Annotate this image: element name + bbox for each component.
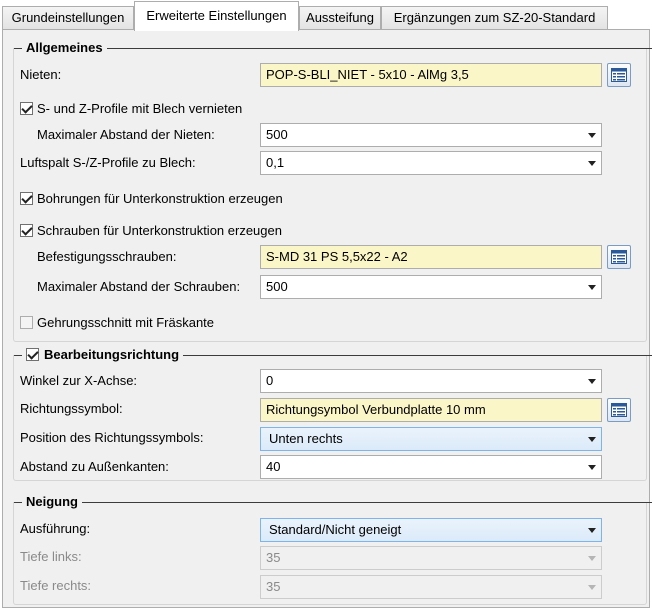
- max-abstand-schrauben-label: Maximaler Abstand der Schrauben:: [37, 279, 241, 294]
- richtungssymbol-catalog-button[interactable]: [607, 398, 631, 422]
- befestigung-catalog-button[interactable]: [607, 245, 631, 269]
- tiefe-rechts-combo: 35: [260, 575, 602, 599]
- chevron-down-icon: [588, 528, 596, 533]
- chevron-down-icon: [588, 465, 596, 470]
- group-title-allgemeines: Allgemeines: [22, 39, 107, 56]
- chevron-down-icon: [588, 161, 596, 166]
- befestigung-label: Befestigungsschrauben:: [37, 249, 177, 264]
- tiefe-rechts-label: Tiefe rechts:: [20, 578, 92, 593]
- tiefe-links-combo: 35: [260, 546, 602, 570]
- max-abstand-nieten-label: Maximaler Abstand der Nieten:: [37, 127, 215, 142]
- richtungssymbol-field[interactable]: Richtungsymbol Verbundplatte 10 mm: [260, 398, 602, 422]
- group-divider: [14, 502, 652, 503]
- group-title-bearbeitungsrichtung: Bearbeitungsrichtung: [22, 346, 184, 363]
- tab-bar: Grundeinstellungen Erweiterte Einstellun…: [0, 0, 652, 31]
- luftspalt-label: Luftspalt S-/Z-Profile zu Blech:: [20, 155, 196, 170]
- chevron-down-icon: [588, 437, 596, 442]
- tab-grundeinstellungen[interactable]: Grundeinstellungen: [2, 6, 134, 29]
- ausfuehrung-label: Ausführung:: [20, 521, 91, 536]
- tab-ergaenzungen-sz20[interactable]: Ergänzungen zum SZ-20-Standard: [381, 6, 608, 29]
- luftspalt-combo[interactable]: 0,1: [260, 151, 602, 175]
- tab-erweiterte-einstellungen[interactable]: Erweiterte Einstellungen: [134, 1, 299, 31]
- settings-panel: Allgemeines Nieten: POP-S-BLI_NIET - 5x1…: [2, 29, 652, 608]
- abstand-combo[interactable]: 40: [260, 455, 602, 479]
- nieten-label: Nieten:: [20, 67, 62, 82]
- gehrung-checkbox[interactable]: [20, 316, 33, 329]
- group-title-neigung: Neigung: [22, 493, 82, 510]
- chevron-down-icon: [588, 285, 596, 290]
- chevron-down-icon: [588, 379, 596, 384]
- ausfuehrung-combo[interactable]: Standard/Nicht geneigt: [260, 518, 602, 542]
- chevron-down-icon: [588, 585, 596, 590]
- max-abstand-nieten-combo[interactable]: 500: [260, 123, 602, 147]
- bohrungen-checkbox[interactable]: [20, 192, 33, 205]
- position-label: Position des Richtungssymbols:: [20, 430, 204, 445]
- befestigung-field[interactable]: S-MD 31 PS 5,5x22 - A2: [260, 245, 602, 269]
- bohrungen-label: Bohrungen für Unterkonstruktion erzeugen: [37, 191, 283, 206]
- richtungssymbol-label: Richtungssymbol:: [20, 401, 123, 416]
- gehrung-label: Gehrungsschnitt mit Fräskante: [37, 315, 215, 330]
- vernieten-checkbox[interactable]: [20, 102, 33, 115]
- chevron-down-icon: [588, 133, 596, 138]
- chevron-down-icon: [588, 556, 596, 561]
- schrauben-label: Schrauben für Unterkonstruktion erzeugen: [37, 223, 282, 238]
- schrauben-checkbox[interactable]: [20, 224, 33, 237]
- tiefe-links-label: Tiefe links:: [20, 549, 82, 564]
- vernieten-label: S- und Z-Profile mit Blech vernieten: [37, 101, 243, 116]
- winkel-combo[interactable]: 0: [260, 369, 602, 393]
- nieten-catalog-button[interactable]: [607, 63, 631, 87]
- bearbeitungsrichtung-checkbox[interactable]: [26, 348, 39, 361]
- nieten-field[interactable]: POP-S-BLI_NIET - 5x10 - AlMg 3,5: [260, 63, 602, 87]
- group-divider: [14, 48, 652, 49]
- winkel-label: Winkel zur X-Achse:: [20, 373, 138, 388]
- abstand-label: Abstand zu Außenkanten:: [20, 459, 169, 474]
- tab-aussteifung[interactable]: Aussteifung: [299, 6, 381, 29]
- max-abstand-schrauben-combo[interactable]: 500: [260, 275, 602, 299]
- position-combo[interactable]: Unten rechts: [260, 427, 602, 451]
